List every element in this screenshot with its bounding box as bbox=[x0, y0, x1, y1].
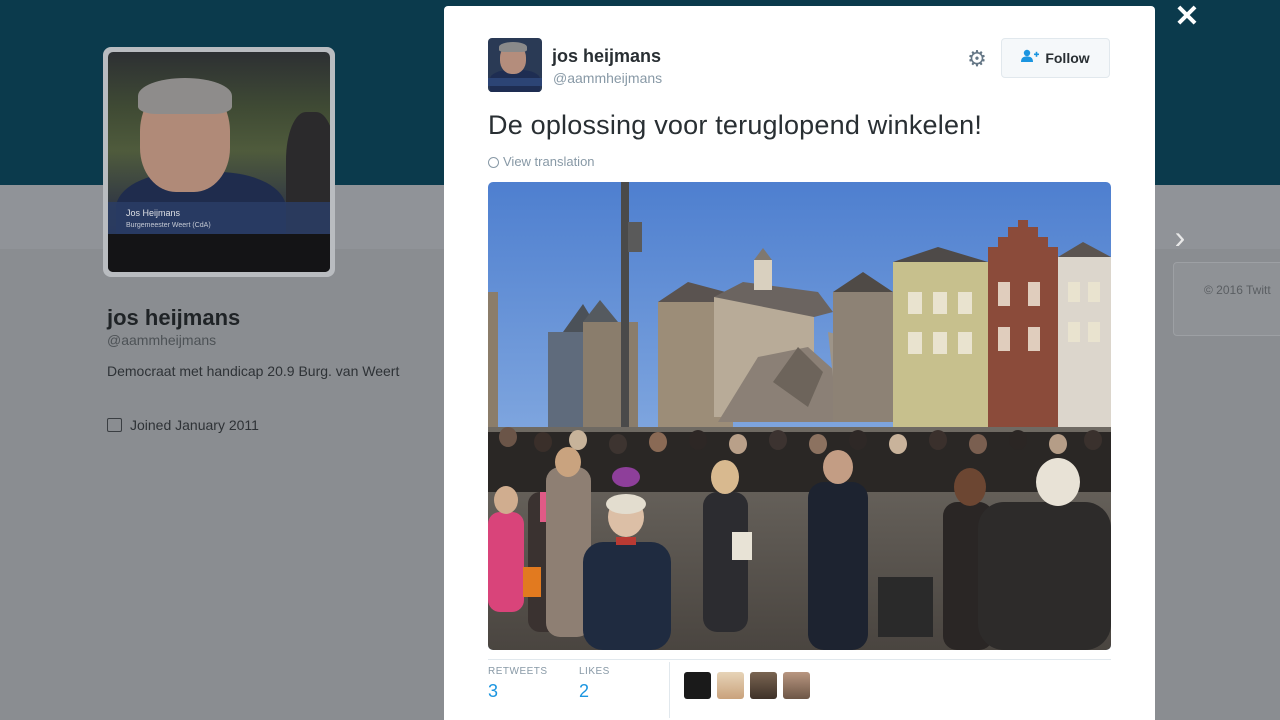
add-user-icon bbox=[1021, 49, 1040, 67]
profile-joined-label: Joined January 2011 bbox=[130, 417, 259, 433]
avatar-hair bbox=[499, 42, 527, 52]
calendar-icon bbox=[107, 418, 122, 432]
profile-handle: @aammheijmans bbox=[107, 332, 217, 348]
stats-separator bbox=[669, 662, 670, 718]
retweets-stat[interactable]: RETWEETS 3 bbox=[488, 666, 548, 702]
view-translation-link[interactable]: View translation bbox=[488, 154, 595, 169]
close-icon[interactable]: ✕ bbox=[1174, 2, 1200, 32]
tweet-text: De oplossing voor teruglopend winkelen! bbox=[488, 110, 983, 140]
view-translation-label: View translation bbox=[503, 154, 595, 169]
chevron-right-icon[interactable]: › bbox=[1168, 221, 1192, 253]
profile-name: jos heijmans bbox=[107, 305, 241, 330]
likes-label: LIKES bbox=[579, 666, 610, 677]
profile-bio: Democraat met handicap 20.9 Burg. van We… bbox=[107, 363, 400, 379]
gear-icon[interactable]: ⚙ bbox=[964, 46, 990, 72]
tweet-author-name[interactable]: jos heijmans bbox=[552, 46, 661, 67]
profile-avatar-hair bbox=[138, 78, 232, 114]
retweets-label: RETWEETS bbox=[488, 666, 548, 677]
stats-divider bbox=[488, 659, 1111, 660]
follow-button-label: Follow bbox=[1045, 50, 1090, 66]
avatar-caption-band bbox=[488, 78, 542, 86]
side-footer-card: © 2016 Twitt bbox=[1173, 262, 1280, 336]
liker-avatar[interactable] bbox=[783, 672, 810, 699]
follow-button[interactable]: Follow bbox=[1001, 38, 1110, 78]
likes-stat[interactable]: LIKES 2 bbox=[579, 666, 610, 702]
tweet-photo[interactable] bbox=[488, 182, 1111, 650]
retweets-count: 3 bbox=[488, 681, 499, 701]
profile-joined-date: Joined January 2011 bbox=[107, 417, 259, 433]
likes-count: 2 bbox=[579, 681, 590, 701]
profile-avatar-image: Jos Heijmans Burgemeester Weert (CdA) bbox=[108, 52, 330, 272]
profile-avatar: Jos Heijmans Burgemeester Weert (CdA) bbox=[103, 47, 335, 277]
tweet-photo-image bbox=[488, 182, 1111, 650]
liker-avatar[interactable] bbox=[717, 672, 744, 699]
profile-avatar-caption-title: Burgemeester Weert (CdA) bbox=[126, 222, 211, 229]
likers-list bbox=[684, 672, 810, 699]
globe-icon bbox=[488, 157, 499, 168]
liker-avatar[interactable] bbox=[750, 672, 777, 699]
tweet-author-avatar[interactable] bbox=[488, 38, 542, 92]
tweet-modal: jos heijmans @aammheijmans ⚙ Follow De o… bbox=[444, 6, 1155, 720]
liker-avatar[interactable] bbox=[684, 672, 711, 699]
profile-avatar-caption-name: Jos Heijmans bbox=[126, 208, 181, 218]
tweet-author-handle[interactable]: @aammheijmans bbox=[553, 70, 662, 86]
profile-avatar-bottom-band bbox=[108, 234, 330, 272]
copyright-text: © 2016 Twitt bbox=[1204, 283, 1271, 297]
